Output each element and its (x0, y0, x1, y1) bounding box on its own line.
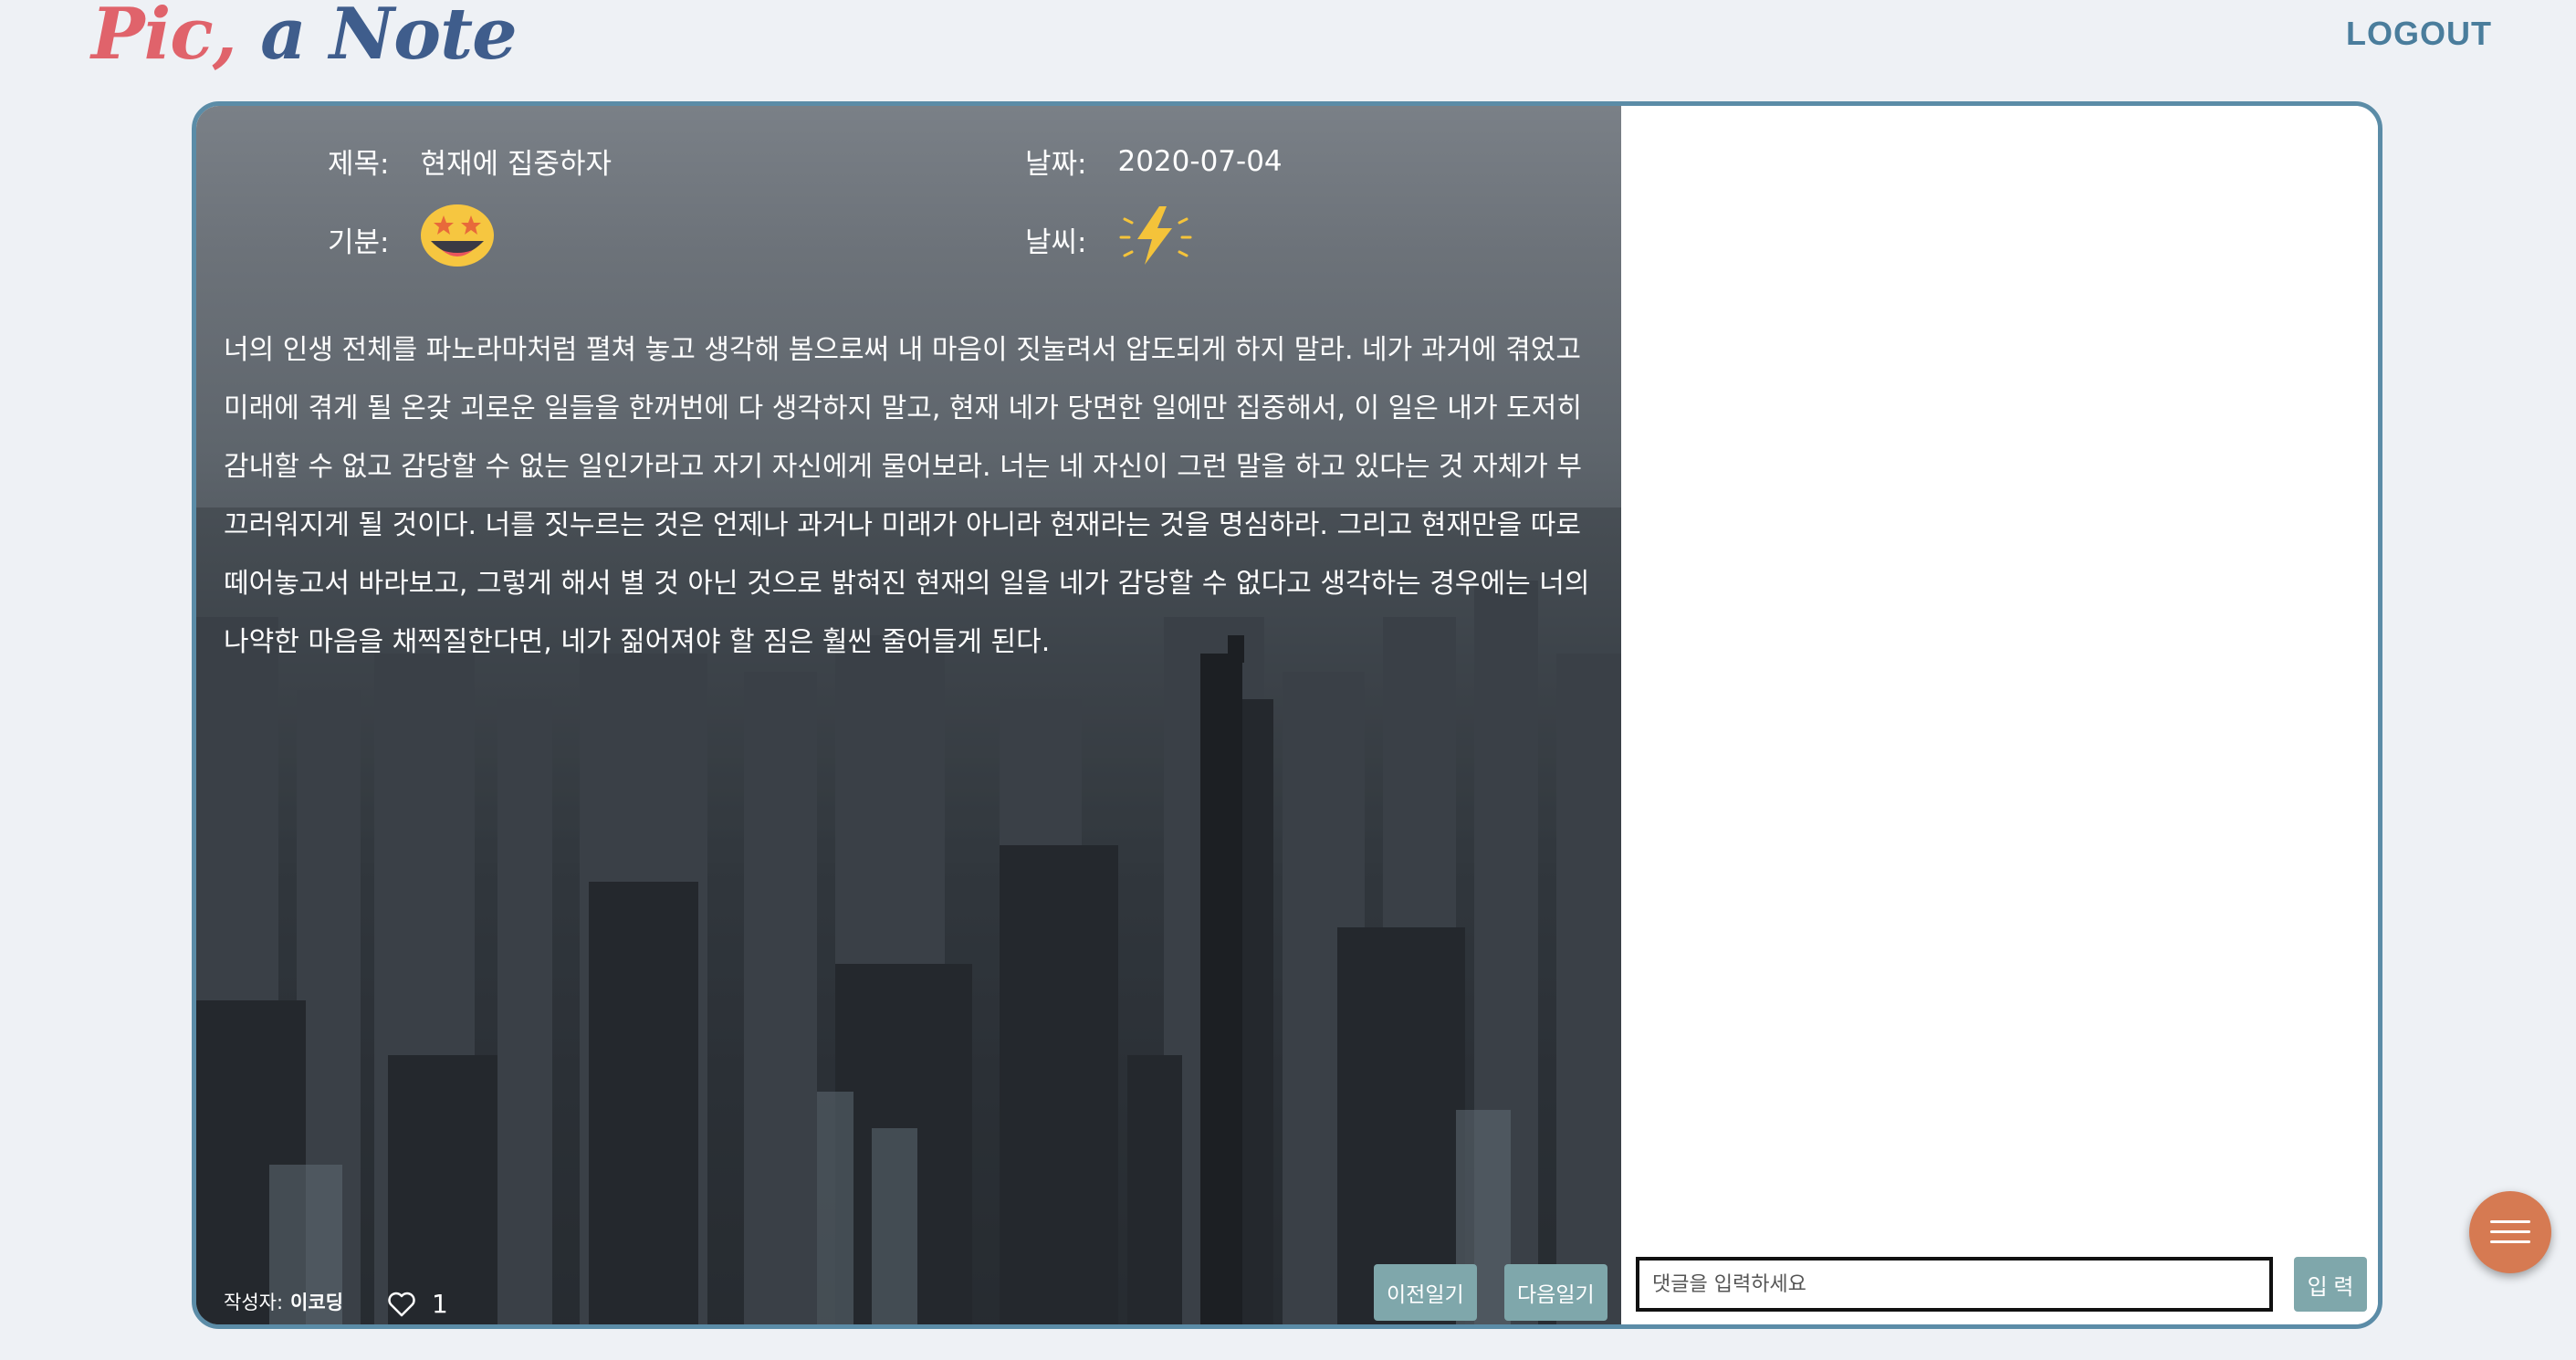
next-diary-button[interactable]: 다음일기 (1504, 1264, 1607, 1321)
author-info: 작성자: 이코딩 (224, 1288, 343, 1315)
city-background-image (196, 507, 1621, 1324)
date-value: 2020-07-04 (1117, 144, 1283, 178)
title-label: 제목: (328, 148, 390, 181)
hamburger-menu-icon (2490, 1220, 2530, 1243)
diary-card: 제목: 현재에 집중하자 날짜: 2020-07-04 기분: 날씨: 너의 인… (192, 101, 2382, 1329)
date-label: 날짜: (1025, 148, 1087, 181)
heart-icon[interactable] (388, 1292, 415, 1317)
like-button[interactable]: 1 (388, 1289, 448, 1319)
author-label: 작성자: (224, 1292, 284, 1313)
mood-label: 기분: (328, 225, 390, 259)
logo-text-note: a Note (236, 0, 518, 76)
comment-input[interactable] (1636, 1257, 2273, 1312)
comments-panel: 입 력 (1621, 106, 2378, 1324)
title-value: 현재에 집중하자 (420, 148, 612, 181)
menu-fab-button[interactable] (2469, 1191, 2551, 1273)
author-name: 이코딩 (290, 1292, 344, 1313)
logo-text-pic: Pic, (91, 0, 237, 76)
lightning-icon (1117, 203, 1194, 276)
diary-content: 너의 인생 전체를 파노라마처럼 펼쳐 놓고 생각해 봄으로써 내 마음이 짓눌… (224, 334, 1590, 658)
app-logo[interactable]: Pic, a Note (91, 0, 518, 76)
star-eyes-emoji-icon (420, 203, 495, 276)
diary-photo-panel: 제목: 현재에 집중하자 날짜: 2020-07-04 기분: 날씨: 너의 인… (196, 106, 1621, 1324)
weather-row: 날씨: (1025, 203, 1194, 276)
weather-label: 날씨: (1025, 225, 1087, 259)
mood-row: 기분: (328, 203, 495, 276)
title-row: 제목: 현재에 집중하자 (328, 141, 612, 182)
date-row: 날짜: 2020-07-04 (1025, 141, 1283, 182)
prev-diary-button[interactable]: 이전일기 (1374, 1264, 1477, 1321)
comment-submit-button[interactable]: 입 력 (2294, 1257, 2367, 1312)
like-count: 1 (432, 1289, 448, 1319)
logout-button[interactable]: LOGOUT (2346, 15, 2492, 53)
